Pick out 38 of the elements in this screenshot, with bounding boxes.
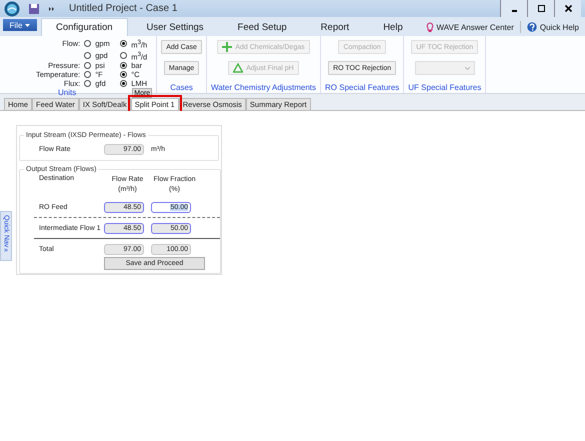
radio-circle[interactable] — [120, 71, 128, 78]
menu-tab[interactable]: User Settings — [132, 18, 219, 36]
triangle-icon — [233, 63, 244, 73]
menu-tab[interactable]: Help — [368, 18, 418, 36]
maximize-icon — [536, 4, 546, 13]
group-title: UF Special Features — [408, 83, 482, 93]
close-icon — [564, 4, 572, 13]
menu-tab[interactable]: Feed Setup — [222, 18, 302, 36]
group-title: Cases — [170, 83, 193, 93]
window-title: Untitled Project - Case 1 — [69, 3, 178, 14]
radio-circle[interactable] — [120, 62, 128, 69]
quick-help-link[interactable]: Quick Help — [520, 18, 585, 36]
file-menu-button[interactable]: File — [3, 19, 37, 31]
caret-icon — [25, 24, 30, 26]
chevrons-icon — [48, 4, 55, 12]
group-title: Units — [58, 88, 76, 98]
save-icon — [28, 2, 40, 14]
help-icon — [526, 22, 537, 32]
menu-tab[interactable]: Configuration — [41, 18, 128, 36]
group-title: Water Chemistry Adjustments — [210, 83, 316, 93]
radio-circle[interactable] — [84, 62, 92, 69]
radio-circle[interactable] — [120, 80, 128, 87]
app-logo-icon — [4, 0, 20, 16]
radio-circle[interactable] — [84, 40, 92, 48]
maximize-button[interactable] — [527, 0, 554, 17]
plus-icon — [222, 42, 232, 52]
chevron-down-icon — [464, 66, 470, 70]
close-button[interactable] — [554, 0, 581, 17]
radio-circle[interactable] — [84, 71, 92, 78]
group-title: RO Special Features — [325, 83, 400, 93]
answer-center-link[interactable]: WAVE Answer Center — [420, 18, 520, 36]
bulb-icon — [426, 22, 434, 32]
radio-circle[interactable] — [84, 80, 92, 87]
minimize-button[interactable] — [500, 0, 527, 17]
radio-circle[interactable] — [120, 52, 128, 59]
radio-circle[interactable] — [84, 52, 92, 59]
radio-circle[interactable] — [120, 40, 128, 48]
menu-tab[interactable]: Report — [306, 18, 364, 36]
